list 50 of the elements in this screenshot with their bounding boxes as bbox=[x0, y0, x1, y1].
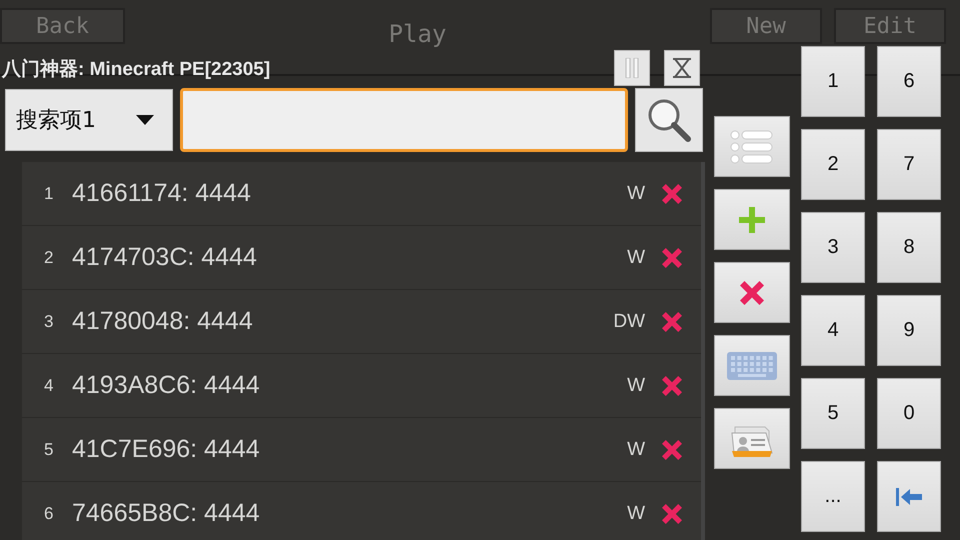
value-type: W bbox=[627, 502, 645, 524]
search-button[interactable] bbox=[635, 88, 703, 152]
value-type: DW bbox=[613, 310, 645, 332]
backspace-icon bbox=[896, 488, 922, 506]
value-type: W bbox=[627, 438, 645, 460]
key-button[interactable]: 9 bbox=[877, 295, 941, 366]
address-value: 74665B8C: 4444 bbox=[72, 499, 261, 528]
caret-icon bbox=[136, 115, 154, 125]
row-number: 3 bbox=[44, 312, 54, 332]
search-type-dropdown[interactable]: 搜索项1 bbox=[5, 89, 173, 151]
hourglass-button[interactable] bbox=[664, 50, 700, 86]
key-button[interactable]: 0 bbox=[877, 378, 941, 449]
row-number: 5 bbox=[44, 440, 54, 460]
address-value: 4193A8C6: 4444 bbox=[72, 371, 261, 400]
value-type: W bbox=[627, 182, 645, 204]
key-button[interactable]: 8 bbox=[877, 212, 941, 283]
key-button[interactable]: 2 bbox=[801, 129, 865, 200]
row-number: 2 bbox=[44, 248, 54, 268]
pause-button[interactable] bbox=[614, 50, 650, 86]
key-button[interactable]: 3 bbox=[801, 212, 865, 283]
key-button[interactable]: 1 bbox=[801, 46, 865, 117]
hourglass-icon bbox=[671, 58, 693, 78]
key-button[interactable]: 4 bbox=[801, 295, 865, 366]
value-type: W bbox=[627, 246, 645, 268]
delete-button[interactable] bbox=[714, 262, 790, 323]
plus-icon bbox=[737, 204, 767, 234]
row-number: 4 bbox=[44, 376, 54, 396]
app-title: 八门神器: Minecraft PE[22305] bbox=[0, 58, 272, 82]
key-button[interactable]: 5 bbox=[801, 378, 865, 449]
add-button[interactable] bbox=[714, 189, 790, 250]
address-value: 41661174: 4444 bbox=[72, 179, 252, 208]
keyboard-button[interactable] bbox=[714, 335, 790, 396]
address-value: 4174703C: 4444 bbox=[72, 243, 258, 272]
key-button[interactable]: ... bbox=[801, 461, 865, 532]
contacts-button[interactable] bbox=[714, 408, 790, 469]
address-value: 41780048: 4444 bbox=[72, 307, 254, 336]
menu-title: Play bbox=[388, 19, 448, 48]
backspace-button[interactable] bbox=[877, 461, 941, 532]
row-number: 6 bbox=[44, 504, 54, 524]
list-button[interactable] bbox=[714, 116, 790, 177]
list-icon bbox=[730, 130, 774, 164]
key-button[interactable]: 6 bbox=[877, 46, 941, 117]
row-number: 1 bbox=[44, 184, 54, 204]
address-value: 41C7E696: 4444 bbox=[72, 435, 261, 464]
pause-icon bbox=[625, 58, 639, 78]
search-field[interactable] bbox=[180, 88, 628, 152]
keyboard-icon bbox=[726, 350, 778, 380]
search-icon bbox=[646, 97, 692, 143]
key-button[interactable]: 7 bbox=[877, 129, 941, 200]
value-type: W bbox=[627, 374, 645, 396]
